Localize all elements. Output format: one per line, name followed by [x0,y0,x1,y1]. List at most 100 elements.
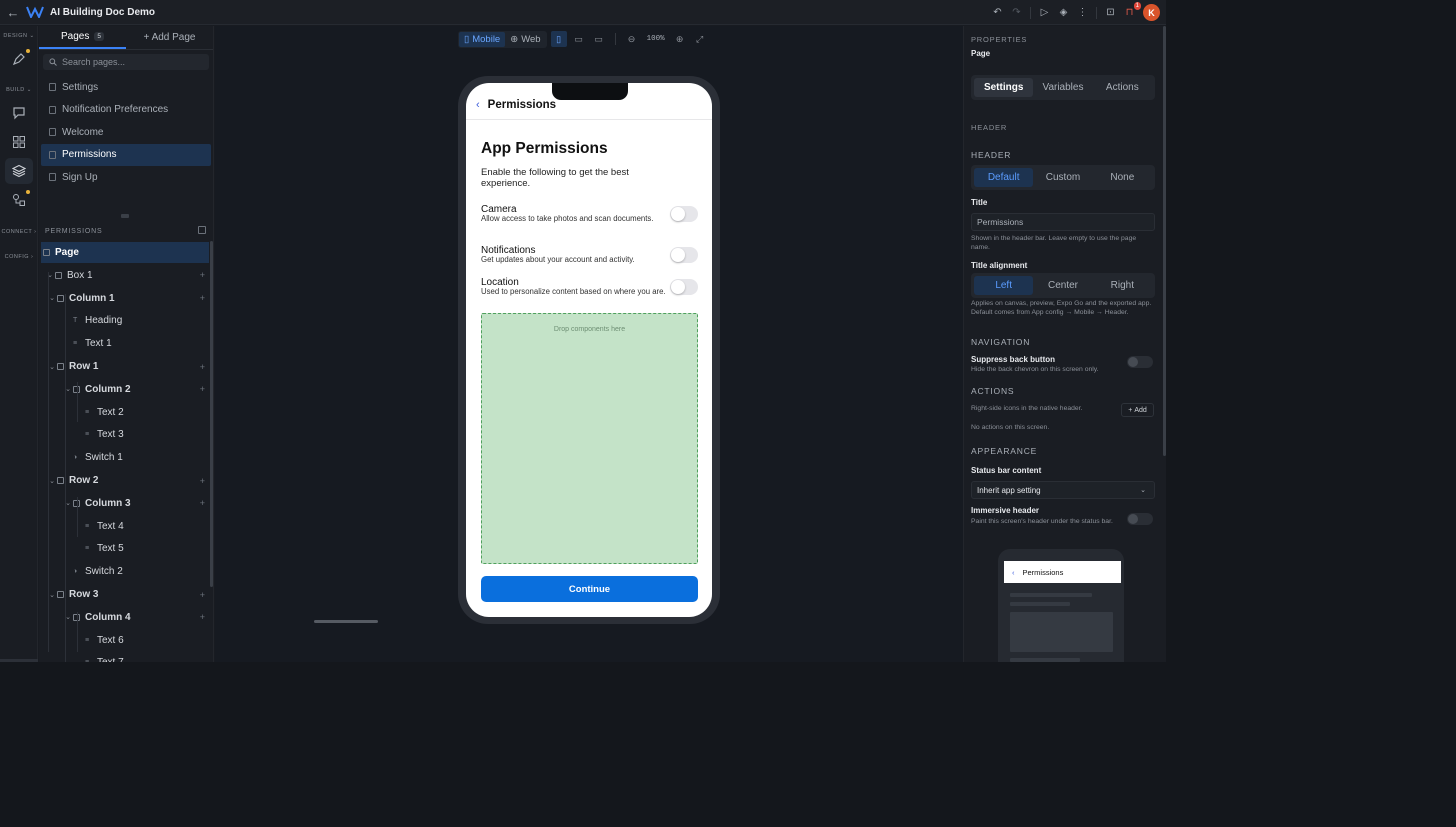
copy-icon[interactable] [198,226,206,234]
camera-switch[interactable] [670,206,698,222]
permission-row-camera[interactable]: Camera Allow access to take photos and s… [481,204,698,224]
statusbar-select[interactable]: Inherit app setting ⌄ [971,481,1155,499]
design-pen-icon[interactable] [5,46,33,72]
add-action-button[interactable]: + Add [1121,403,1154,417]
layer-node[interactable]: ⌄ Column 1 + [41,288,209,309]
layers-icon[interactable]: ◈ [1054,3,1073,22]
heading[interactable]: App Permissions [481,140,608,158]
tab-actions[interactable]: Actions [1093,78,1152,97]
add-child-icon[interactable]: + [200,498,205,508]
panel-resize-handle[interactable] [121,214,129,218]
play-icon[interactable]: ▷ [1035,3,1054,22]
layer-node[interactable]: ≡ Text 1 [41,333,209,354]
export-icon[interactable]: ⊡ [1101,3,1120,22]
layer-node[interactable]: ◑ Switch 2 [41,561,209,582]
layer-node[interactable]: ⌄ Row 3 + [41,584,209,605]
layer-node-label: Row 2 [69,475,99,486]
layers-stack-icon[interactable] [5,158,33,184]
add-child-icon[interactable]: + [200,270,205,280]
back-arrow-icon[interactable]: ← [0,5,26,20]
tab-settings[interactable]: Settings [974,78,1034,97]
layer-node[interactable]: ⌄ Row 2 + [41,470,209,491]
location-switch[interactable] [670,279,698,295]
align-option-right[interactable]: Right [1093,276,1152,295]
immersive-toggle[interactable] [1127,513,1153,525]
device-desktop-icon[interactable]: ▭ [591,31,607,47]
layer-node-label: Switch 1 [85,452,123,464]
rail-scrollbar[interactable] [0,659,38,662]
layer-node[interactable]: ⌄ Column 4 + [41,607,209,628]
rail-label-design[interactable]: DESIGN ⌄ [0,33,38,39]
redo-icon[interactable]: ↷ [1007,3,1026,22]
add-child-icon[interactable]: + [200,590,205,600]
layer-node[interactable]: ≡ Text 4 [41,516,209,537]
layer-node[interactable]: ⌄ Box 1 + [41,265,209,286]
tree-guide-line [77,612,78,652]
notifications-switch[interactable] [670,247,698,263]
permission-row-notifications[interactable]: Notifications Get updates about your acc… [481,245,698,265]
layer-node[interactable]: ≡ Text 2 [41,402,209,423]
header-option-custom[interactable]: Custom [1033,168,1092,187]
layer-node[interactable]: ≡ Text 6 [41,630,209,651]
add-child-icon[interactable]: + [200,293,205,303]
permission-row-location[interactable]: Location Used to personalize content bas… [481,277,698,297]
page-item[interactable]: Settings [41,76,211,99]
align-label: Title alignment [971,261,1028,270]
layer-node[interactable]: ≡ Text 5 [41,538,209,559]
page-item[interactable]: Sign Up [41,166,211,189]
chevron-down-icon[interactable]: ⌄ [45,271,55,279]
undo-icon[interactable]: ↶ [988,3,1007,22]
tab-variables[interactable]: Variables [1033,78,1092,97]
add-child-icon[interactable]: + [200,384,205,394]
more-icon[interactable]: ⋮ [1073,3,1092,22]
mode-mobile-button[interactable]: ▯ Mobile [459,31,506,47]
page-item[interactable]: Permissions [41,143,211,166]
search-input[interactable] [62,57,202,67]
avatar[interactable]: K [1143,4,1160,21]
layer-node[interactable]: ⌄ Column 3 + [41,493,209,514]
tab-add-page[interactable]: + Add Page [126,26,213,49]
fullscreen-icon[interactable]: ⤢ [692,31,708,47]
tab-pages[interactable]: Pages 5 [39,26,126,49]
page-item[interactable]: Notification Preferences [41,99,211,122]
layer-node[interactable]: ≡ Text 3 [41,424,209,445]
subtitle-text[interactable]: Enable the following to get the best exp… [481,167,671,189]
logic-flow-icon[interactable] [5,187,33,213]
chevron-left-icon[interactable]: ‹ [476,99,480,111]
layer-node[interactable]: ◑ Switch 1 [41,447,209,468]
layer-node[interactable]: ⌄ Row 1 + [41,356,209,377]
rail-label-connect[interactable]: CONNECT › [0,229,38,235]
continue-button[interactable]: Continue [481,576,698,602]
zoom-out-icon[interactable]: ⊖ [624,31,640,47]
device-tablet-icon[interactable]: ▭ [571,31,587,47]
chat-icon[interactable] [5,100,33,126]
align-option-center[interactable]: Center [1033,276,1092,295]
header-option-default[interactable]: Default [974,168,1034,187]
rail-label-config[interactable]: CONFIG › [0,254,38,260]
switch-icon: ◑ [73,454,78,462]
align-option-left[interactable]: Left [974,276,1034,295]
layer-node[interactable]: ≡Text 7 [41,652,209,662]
pages-tabs: Pages 5 + Add Page [39,26,213,50]
header-option-none[interactable]: None [1093,168,1152,187]
properties-caption: PROPERTIES [971,35,1028,44]
suppress-back-toggle[interactable] [1127,356,1153,368]
title-field[interactable] [971,213,1155,231]
add-child-icon[interactable]: + [200,476,205,486]
mode-web-button[interactable]: ⊕ Web [505,32,545,47]
add-child-icon[interactable]: + [200,612,205,622]
properties-scrollbar[interactable] [1163,26,1166,456]
layer-node[interactable]: Page [41,242,209,263]
layer-node[interactable]: T Heading [41,310,209,331]
zoom-in-icon[interactable]: ⊕ [672,31,688,47]
drop-zone[interactable]: Drop components here [481,313,698,564]
tree-scrollbar[interactable] [210,241,213,587]
notification-icon[interactable]: ⊓ 1 [1120,2,1141,22]
add-child-icon[interactable]: + [200,362,205,372]
page-item[interactable]: Welcome [41,121,211,144]
rail-label-build[interactable]: BUILD ⌄ [0,87,38,93]
layer-node[interactable]: ⌄ Column 2 + [41,379,209,400]
components-grid-icon[interactable] [5,129,33,155]
page-search [43,54,209,70]
device-phone-icon[interactable]: ▯ [550,31,567,47]
